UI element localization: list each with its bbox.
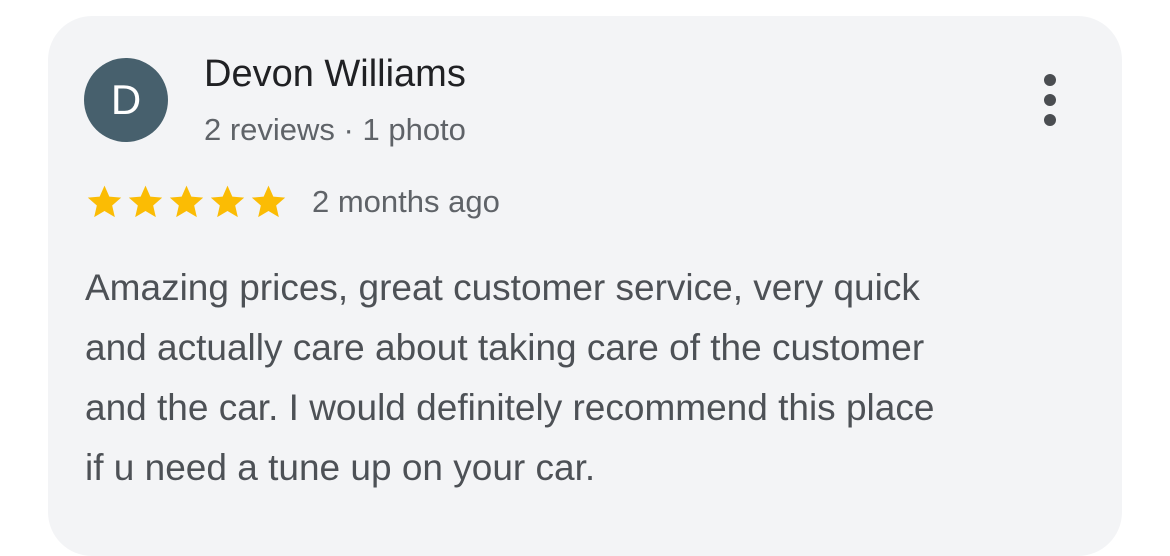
star-icon	[169, 185, 204, 218]
reviewer-meta: 2 reviews · 1 photo	[204, 112, 466, 147]
avatar[interactable]: D	[84, 58, 168, 142]
review-date: 2 months ago	[312, 184, 500, 219]
menu-dot	[1044, 74, 1056, 86]
menu-dot	[1044, 114, 1056, 126]
reviewer-name[interactable]: Devon Williams	[204, 52, 466, 96]
more-options-button[interactable]	[1024, 68, 1076, 132]
star-icon	[210, 185, 245, 218]
star-icon	[87, 185, 122, 218]
star-icon	[128, 185, 163, 218]
review-text: Amazing prices, great customer service, …	[85, 267, 935, 488]
star-icon	[251, 185, 286, 218]
menu-dot	[1044, 94, 1056, 106]
star-rating	[84, 182, 289, 222]
